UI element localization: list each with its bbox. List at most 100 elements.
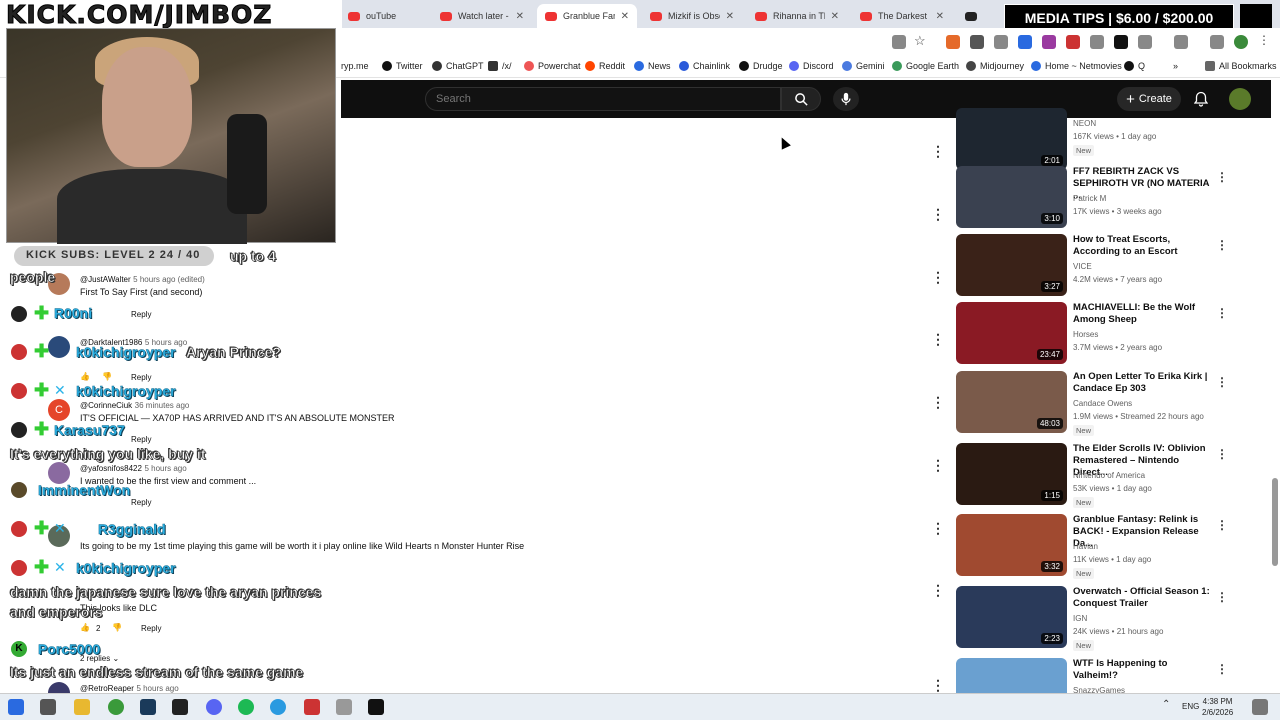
comment-menu-icon[interactable]: ⋮ xyxy=(931,144,945,158)
avatar[interactable] xyxy=(48,336,70,358)
all-bookmarks[interactable]: All Bookmarks xyxy=(1205,61,1277,71)
video-menu-icon[interactable]: ⋮ xyxy=(1216,590,1228,604)
comment-author[interactable]: @yafosnifos8422 xyxy=(80,464,142,473)
comment-menu-icon[interactable]: ⋮ xyxy=(931,207,945,221)
browser-tab[interactable]: The Darkest Ne✕ xyxy=(852,4,952,28)
video-thumbnail[interactable]: 2:01 xyxy=(956,108,1067,170)
video-channel[interactable]: Horses xyxy=(1073,330,1098,339)
menu-icon[interactable] xyxy=(1210,35,1224,49)
video-menu-icon[interactable]: ⋮ xyxy=(1216,518,1228,532)
video-channel[interactable]: Candace Owens xyxy=(1073,399,1132,408)
video-thumbnail[interactable]: 3:10 xyxy=(956,166,1067,228)
video-card[interactable]: 2:23 Overwatch - Official Season 1: Conqu… xyxy=(956,586,1274,651)
video-title[interactable]: How to Treat Escorts, According to an Es… xyxy=(1073,234,1211,258)
bookmark-item[interactable]: Drudge xyxy=(739,61,783,71)
avatar[interactable] xyxy=(48,462,70,484)
comment-menu-icon[interactable]: ⋮ xyxy=(931,270,945,284)
bookmark-star-icon[interactable]: ☆ xyxy=(914,33,928,48)
video-menu-icon[interactable]: ⋮ xyxy=(1216,170,1228,184)
comment-author[interactable]: @RetroReaper xyxy=(80,684,134,693)
reply-button[interactable]: Reply xyxy=(141,624,161,633)
capcut-icon[interactable] xyxy=(368,699,384,715)
comment-menu-icon[interactable]: ⋮ xyxy=(931,521,945,535)
video-thumbnail[interactable]: 1:15 xyxy=(956,443,1067,505)
notifications-button[interactable] xyxy=(1191,89,1211,109)
extension-icon[interactable] xyxy=(1066,35,1080,49)
clock[interactable]: 4:38 PM 2/6/2026 xyxy=(1202,696,1233,718)
x-extension-icon[interactable] xyxy=(1114,35,1128,49)
video-thumbnail[interactable]: 48:03 xyxy=(956,371,1067,433)
like-icon[interactable]: 👍 xyxy=(80,372,90,381)
close-tab-icon[interactable]: ✕ xyxy=(621,11,629,22)
video-channel[interactable]: IGN xyxy=(1073,614,1087,623)
video-title[interactable]: An Open Letter To Erika Kirk | Candace E… xyxy=(1073,371,1211,395)
browser-tab-active[interactable]: Granblue Fanta✕ xyxy=(537,4,637,28)
comment-menu-icon[interactable]: ⋮ xyxy=(931,583,945,597)
bookmark-item[interactable]: Twitter xyxy=(382,61,423,71)
windows-start-icon[interactable] xyxy=(8,699,24,715)
bookmark-item[interactable]: ChatGPT xyxy=(432,61,484,71)
video-menu-icon[interactable]: ⋮ xyxy=(1216,375,1228,389)
video-thumbnail[interactable]: 3:32 xyxy=(956,514,1067,576)
video-menu-icon[interactable]: ⋮ xyxy=(1216,447,1228,461)
scrollbar[interactable] xyxy=(1272,478,1278,566)
bookmark-item[interactable]: Google Earth xyxy=(892,61,959,71)
browser-tab[interactable]: Mizkif is Obsess✕ xyxy=(642,4,742,28)
browser-tab[interactable] xyxy=(957,4,983,28)
avatar[interactable]: C xyxy=(48,399,70,421)
bookmark-item[interactable]: Home ~ Netmovies xyxy=(1031,61,1122,71)
close-tab-icon[interactable]: ✕ xyxy=(726,11,734,22)
bookmark-item[interactable]: ryp.me xyxy=(341,61,369,71)
comment-menu-icon[interactable]: ⋮ xyxy=(931,395,945,409)
bookmark-item[interactable]: Powerchat xyxy=(524,61,581,71)
extension-icon[interactable] xyxy=(1090,35,1104,49)
video-menu-icon[interactable]: ⋮ xyxy=(1216,662,1228,676)
browser-tab[interactable]: Watch later - Yo✕ xyxy=(432,4,532,28)
extension-icon[interactable] xyxy=(1018,35,1032,49)
like-icon[interactable]: 👍 xyxy=(80,623,90,632)
video-card[interactable]: 23:47 MACHIAVELLI: Be the Wolf Among Shee… xyxy=(956,302,1274,366)
extension-icon[interactable] xyxy=(970,35,984,49)
video-card[interactable]: 48:03 An Open Letter To Erika Kirk | Cand… xyxy=(956,371,1274,436)
video-card[interactable]: 1:15 The Elder Scrolls IV: Oblivion Remas… xyxy=(956,443,1274,508)
bookmark-item[interactable]: Q xyxy=(1124,61,1145,71)
comment-menu-icon[interactable]: ⋮ xyxy=(931,678,945,692)
more-bookmarks-icon[interactable]: » xyxy=(1173,61,1178,71)
video-channel[interactable]: Nintendo of America xyxy=(1073,471,1145,480)
video-card[interactable]: 3:10 FF7 REBIRTH ZACK VS SEPHIROTH VR (NO… xyxy=(956,166,1274,230)
comment-menu-icon[interactable]: ⋮ xyxy=(931,458,945,472)
bookmark-item[interactable]: Midjourney xyxy=(966,61,1024,71)
comment-author[interactable]: @JustAWalter xyxy=(80,275,131,284)
video-title[interactable]: MACHIAVELLI: Be the Wolf Among Sheep xyxy=(1073,302,1211,326)
dislike-icon[interactable]: 👎 xyxy=(102,372,112,381)
close-tab-icon[interactable]: ✕ xyxy=(516,11,524,22)
account-avatar[interactable] xyxy=(1229,88,1251,110)
video-menu-icon[interactable]: ⋮ xyxy=(1216,238,1228,252)
search-input[interactable] xyxy=(425,87,781,111)
bookmark-item[interactable]: /x/ xyxy=(488,61,512,71)
video-channel[interactable]: VICE xyxy=(1073,262,1092,271)
browser-tab[interactable]: ouTube xyxy=(340,4,430,28)
reply-button[interactable]: Reply xyxy=(131,310,151,319)
extension-icon[interactable] xyxy=(946,35,960,49)
close-tab-icon[interactable]: ✕ xyxy=(936,11,944,22)
bookmark-item[interactable]: Gemini xyxy=(842,61,885,71)
search-button[interactable] xyxy=(781,87,821,111)
comment-author[interactable]: @CorinneCiuk xyxy=(80,401,132,410)
video-channel[interactable]: Havian xyxy=(1073,542,1098,551)
install-app-icon[interactable] xyxy=(892,35,906,49)
video-channel[interactable]: NEON xyxy=(1073,119,1096,128)
notification-center-icon[interactable] xyxy=(1252,699,1268,715)
extension-icon[interactable] xyxy=(1042,35,1056,49)
video-card[interactable]: 2:01 NEON 167K views • 1 day ago New xyxy=(956,108,1274,172)
bookmark-item[interactable]: Discord xyxy=(789,61,834,71)
bookmark-item[interactable]: Reddit xyxy=(585,61,625,71)
video-title[interactable]: Overwatch - Official Season 1: Conquest … xyxy=(1073,586,1211,610)
discord-icon[interactable] xyxy=(206,699,222,715)
dislike-icon[interactable]: 👎 xyxy=(112,623,122,632)
video-card[interactable]: 3:27 How to Treat Escorts, According to a… xyxy=(956,234,1274,298)
reply-button[interactable]: Reply xyxy=(131,373,151,382)
more-options-icon[interactable]: ⋮ xyxy=(1258,33,1272,47)
video-title[interactable]: WTF Is Happening to Valheim!? xyxy=(1073,658,1211,682)
video-channel[interactable]: Patrick M xyxy=(1073,194,1106,203)
